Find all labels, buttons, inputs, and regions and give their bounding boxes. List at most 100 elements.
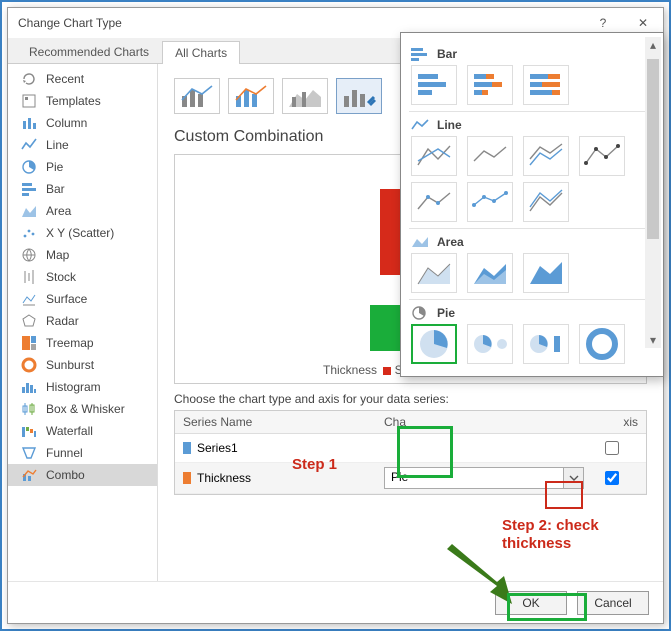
sidebar-item-column[interactable]: Column [8,112,157,134]
dropdown-opt-area-3[interactable] [523,253,569,293]
dropdown-category-line: Line [411,118,653,132]
sidebar-item-bar[interactable]: Bar [8,178,157,200]
dropdown-opt-pie-basic[interactable] [411,324,457,364]
pie-icon [20,159,38,175]
stock-icon [20,269,38,285]
sidebar-item-scatter[interactable]: X Y (Scatter) [8,222,157,244]
dropdown-opt-bar-of-pie[interactable] [523,324,569,364]
cancel-button[interactable]: Cancel [577,591,649,615]
dropdown-opt-line-5[interactable] [411,182,457,222]
sidebar-item-funnel[interactable]: Funnel [8,442,157,464]
histogram-icon [20,379,38,395]
sunburst-icon [20,357,38,373]
dropdown-opt-line-3[interactable] [523,136,569,176]
sidebar-item-line[interactable]: Line [8,134,157,156]
table-row: Series1 [175,434,646,463]
radar-icon [20,313,38,329]
dropdown-opt-bar-clustered[interactable] [411,65,457,105]
sidebar-item-area[interactable]: Area [8,200,157,222]
series-name-cell: Series1 [183,441,384,455]
col-secondary-axis: xis [584,415,638,429]
dialog-footer: OK Cancel [8,581,663,623]
chart-type-combo-thickness[interactable]: Pie [384,467,584,489]
combo-subtype-3[interactable] [282,78,328,114]
chart-type-combo-caret[interactable] [563,468,583,488]
preview-legend: Thickness S [323,363,403,377]
waterfall-icon [20,423,38,439]
dropdown-opt-line-6[interactable] [467,182,513,222]
dropdown-opt-bar-100stacked[interactable] [523,65,569,105]
dropdown-opt-line-4[interactable] [579,136,625,176]
combo-subtype-2[interactable] [228,78,274,114]
dropdown-opt-line-2[interactable] [467,136,513,176]
scroll-up-icon[interactable]: ▴ [645,37,661,53]
funnel-icon [20,445,38,461]
dropdown-opt-line-7[interactable] [523,182,569,222]
sidebar-item-sunburst[interactable]: Sunburst [8,354,157,376]
dropdown-category-pie: Pie [411,306,653,320]
sidebar-item-surface[interactable]: Surface [8,288,157,310]
sidebar-item-radar[interactable]: Radar [8,310,157,332]
dropdown-category-bar: Bar [411,47,653,61]
dropdown-opt-pie-of-pie[interactable] [467,324,513,364]
col-chart-type: Cha [384,415,584,429]
sidebar-item-histogram[interactable]: Histogram [8,376,157,398]
sidebar-item-stock[interactable]: Stock [8,266,157,288]
templates-icon [20,93,38,109]
dropdown-opt-area-1[interactable] [411,253,457,293]
area-icon [411,235,429,249]
bar-icon [20,181,38,197]
combo-icon [20,467,38,483]
map-icon [20,247,38,263]
tab-recommended-charts[interactable]: Recommended Charts [16,40,162,63]
pie-icon [411,306,429,320]
tab-all-charts[interactable]: All Charts [162,41,240,64]
surface-icon [20,291,38,307]
combo-subtype-custom[interactable] [336,78,382,114]
sidebar-item-pie[interactable]: Pie [8,156,157,178]
chart-type-combo-text: Pie [385,468,563,488]
dropdown-category-area: Area [411,235,653,249]
scatter-icon [20,225,38,241]
combo-subtype-1[interactable] [174,78,220,114]
series-color-swatch [183,472,191,484]
chevron-down-icon [569,473,579,483]
recent-icon [20,71,38,87]
sidebar-item-treemap[interactable]: Treemap [8,332,157,354]
sidebar-item-boxwhisker[interactable]: Box & Whisker [8,398,157,420]
table-header: Series Name Cha xis [175,411,646,434]
dialog-title: Change Chart Type [18,16,583,30]
dropdown-opt-area-2[interactable] [467,253,513,293]
series-name-cell: Thickness [183,471,384,485]
series-table: Series Name Cha xis Series1 Thickness Pi… [174,410,647,495]
secondary-axis-cell [584,438,638,458]
chart-category-sidebar: Recent Templates Column Line Pie Bar Are… [8,64,158,581]
col-series-name: Series Name [183,415,384,429]
dropdown-opt-bar-stacked[interactable] [467,65,513,105]
sidebar-item-waterfall[interactable]: Waterfall [8,420,157,442]
sidebar-item-map[interactable]: Map [8,244,157,266]
secondary-axis-checkbox-series1[interactable] [605,441,619,455]
table-row: Thickness Pie [175,463,646,494]
area-icon [20,203,38,219]
column-icon [20,115,38,131]
treemap-icon [20,335,38,351]
line-icon [411,118,429,132]
sidebar-item-templates[interactable]: Templates [8,90,157,112]
ok-button[interactable]: OK [495,591,567,615]
sidebar-item-combo[interactable]: Combo [8,464,157,486]
sidebar-item-recent[interactable]: Recent [8,68,157,90]
dropdown-scrollbar[interactable]: ▴ ▾ [645,37,661,348]
dropdown-opt-doughnut[interactable] [579,324,625,364]
dropdown-opt-line-1[interactable] [411,136,457,176]
series-color-swatch [183,442,191,454]
secondary-axis-checkbox-thickness[interactable] [605,471,619,485]
secondary-axis-cell [584,468,638,488]
boxwhisker-icon [20,401,38,417]
bar-icon [411,47,429,61]
line-icon [20,137,38,153]
chart-type-dropdown-panel: Bar Line Area [400,32,664,377]
scroll-down-icon[interactable]: ▾ [645,332,661,348]
scroll-thumb[interactable] [647,59,659,239]
choose-label: Choose the chart type and axis for your … [174,384,647,410]
